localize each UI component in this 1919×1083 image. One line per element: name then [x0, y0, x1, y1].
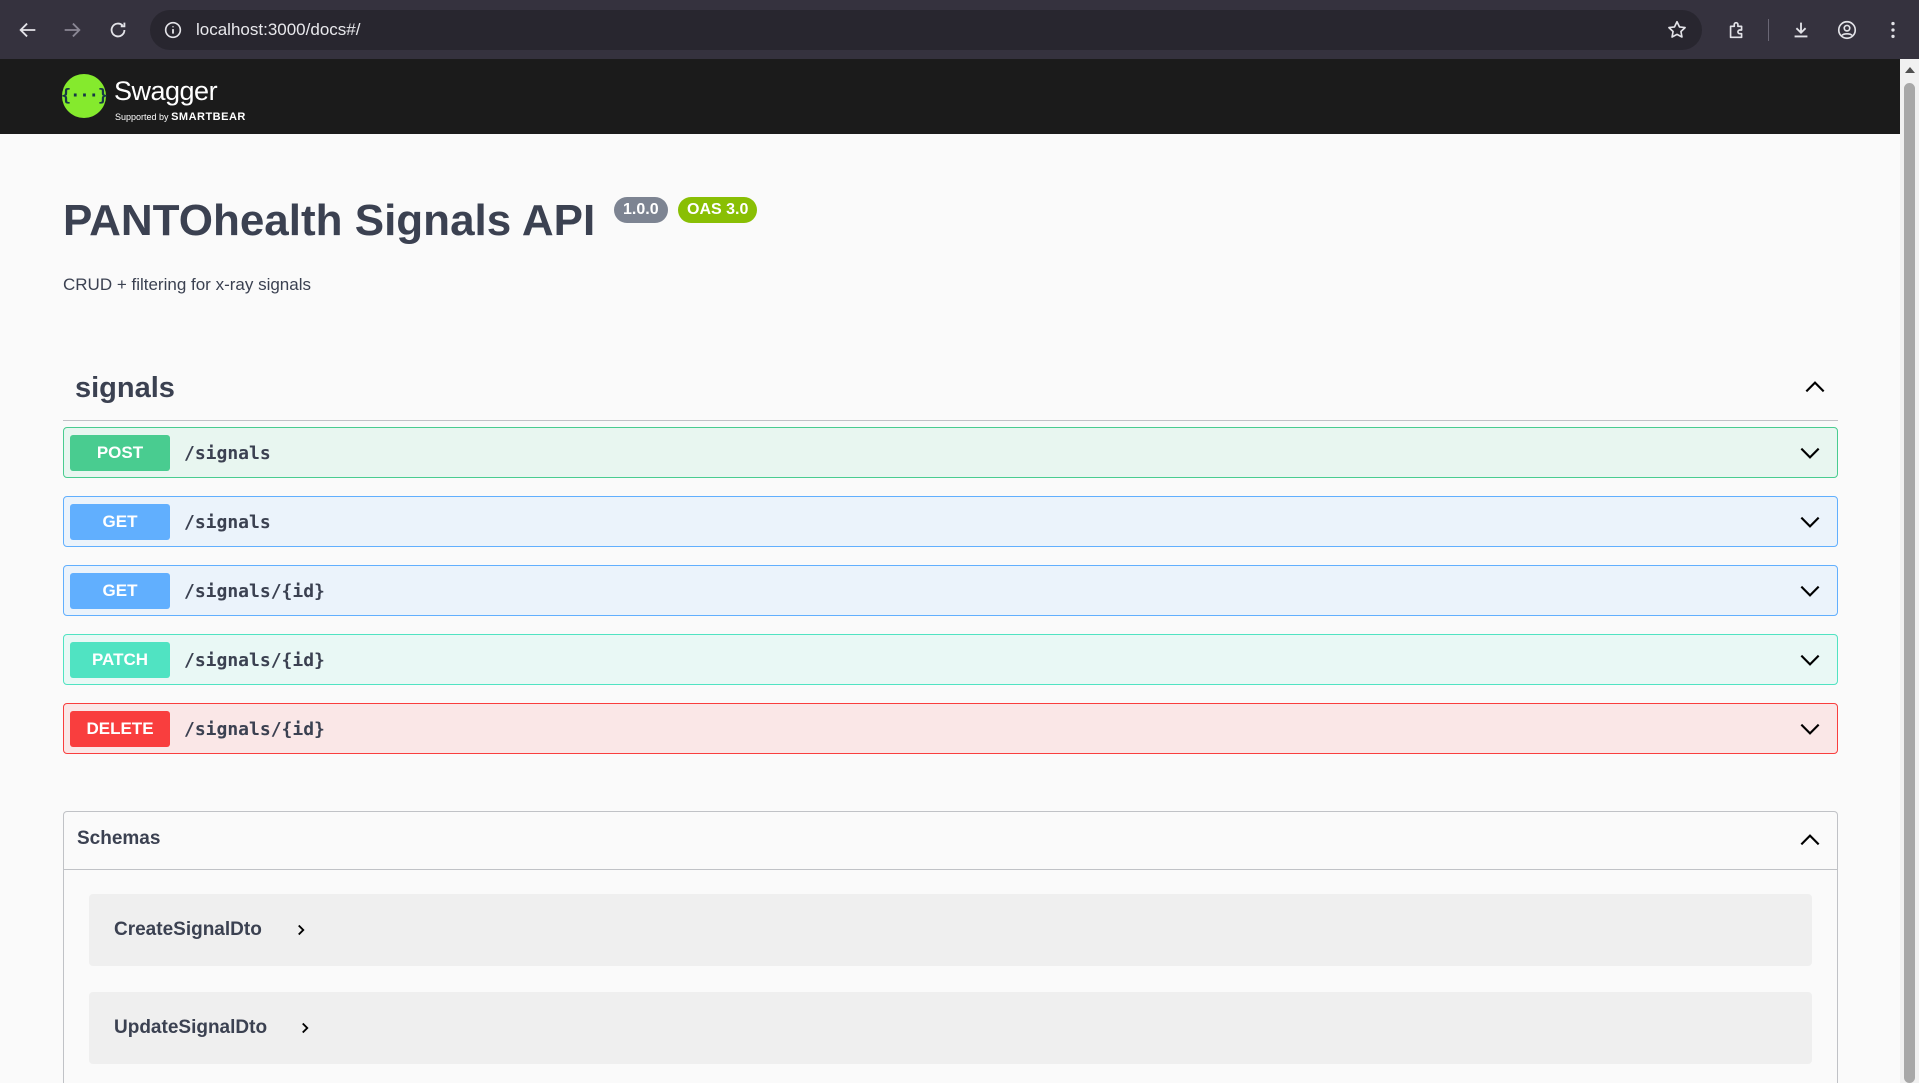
- kebab-menu-icon: [1891, 21, 1895, 39]
- back-button[interactable]: [13, 15, 43, 45]
- method-badge: GET: [70, 504, 170, 540]
- api-title: PANTOhealth Signals API: [63, 196, 596, 245]
- puzzle-icon: [1729, 21, 1743, 39]
- profile-button[interactable]: [1832, 15, 1862, 45]
- operation-post-signals[interactable]: POST /signals: [63, 427, 1838, 478]
- tag-name[interactable]: signals: [75, 372, 175, 405]
- download-icon: [1794, 22, 1808, 38]
- oas-badge: OAS 3.0: [678, 197, 758, 223]
- forward-button[interactable]: [57, 15, 87, 45]
- bookmark-star-icon[interactable]: [1666, 19, 1688, 41]
- operation-path: /signals: [184, 443, 271, 464]
- version-badge: 1.0.0: [614, 197, 668, 223]
- operation-get-signals[interactable]: GET /signals: [63, 496, 1838, 547]
- method-badge: POST: [70, 435, 170, 471]
- operation-get-signal-by-id[interactable]: GET /signals/{id}: [63, 565, 1838, 616]
- method-badge: DELETE: [70, 711, 170, 747]
- api-description: CRUD + filtering for x-ray signals: [63, 275, 311, 294]
- menu-button[interactable]: [1878, 15, 1908, 45]
- url-text[interactable]: localhost:3000/docs#/: [196, 10, 360, 50]
- chevron-down-icon[interactable]: [1797, 716, 1823, 742]
- model-name[interactable]: UpdateSignalDto: [114, 992, 267, 1064]
- operation-path: /signals/{id}: [184, 581, 325, 602]
- logo-sub-brand: SMARTBEAR: [171, 111, 246, 123]
- operation-path: /signals: [184, 512, 271, 533]
- logo-sub-prefix: Supported by: [115, 112, 169, 122]
- arrow-left-icon: [19, 22, 36, 38]
- operation-delete-signal[interactable]: DELETE /signals/{id}: [63, 703, 1838, 754]
- swagger-topbar: {···} Swagger Supported by SMARTBEAR: [0, 59, 1900, 134]
- arrow-right-icon: [64, 22, 81, 38]
- schemas-title[interactable]: Schemas: [77, 828, 160, 850]
- reload-icon: [110, 22, 126, 38]
- profile-icon: [1837, 20, 1857, 40]
- page-scrollbar[interactable]: [1900, 59, 1919, 1083]
- chevron-right-icon[interactable]: [296, 1019, 314, 1037]
- schemas-header[interactable]: Schemas: [64, 812, 1837, 870]
- schemas-section: Schemas CreateSignalDto UpdateSignalDto: [63, 811, 1838, 1083]
- scroll-up-icon[interactable]: [1905, 67, 1915, 73]
- chevron-down-icon[interactable]: [1797, 440, 1823, 466]
- chevron-down-icon[interactable]: [1797, 509, 1823, 535]
- model-name[interactable]: CreateSignalDto: [114, 894, 262, 966]
- reload-button[interactable]: [103, 15, 133, 45]
- scrollbar-thumb[interactable]: [1904, 83, 1915, 1083]
- site-info-icon[interactable]: [162, 19, 184, 41]
- model-update-signal-dto[interactable]: UpdateSignalDto: [89, 992, 1812, 1064]
- toolbar-divider: [1768, 19, 1769, 41]
- chevron-down-icon[interactable]: [1797, 647, 1823, 673]
- swagger-logo-icon[interactable]: {···}: [61, 74, 108, 118]
- chevron-up-icon[interactable]: [1802, 374, 1828, 400]
- browser-toolbar: localhost:3000/docs#/: [0, 0, 1919, 59]
- downloads-button[interactable]: [1786, 15, 1816, 45]
- swagger-logo-text[interactable]: Swagger: [114, 76, 218, 107]
- method-badge: GET: [70, 573, 170, 609]
- chevron-down-icon[interactable]: [1797, 578, 1823, 604]
- method-badge: PATCH: [70, 642, 170, 678]
- extensions-button[interactable]: [1722, 15, 1752, 45]
- operation-path: /signals/{id}: [184, 650, 325, 671]
- model-create-signal-dto[interactable]: CreateSignalDto: [89, 894, 1812, 966]
- chevron-up-icon[interactable]: [1797, 827, 1823, 853]
- tag-header-signals[interactable]: signals: [63, 364, 1838, 421]
- operation-path: /signals/{id}: [184, 719, 325, 740]
- operation-patch-signal[interactable]: PATCH /signals/{id}: [63, 634, 1838, 685]
- swagger-logo-subtitle: Supported by SMARTBEAR: [115, 111, 246, 123]
- chevron-right-icon[interactable]: [292, 921, 310, 939]
- address-bar[interactable]: localhost:3000/docs#/: [150, 10, 1702, 50]
